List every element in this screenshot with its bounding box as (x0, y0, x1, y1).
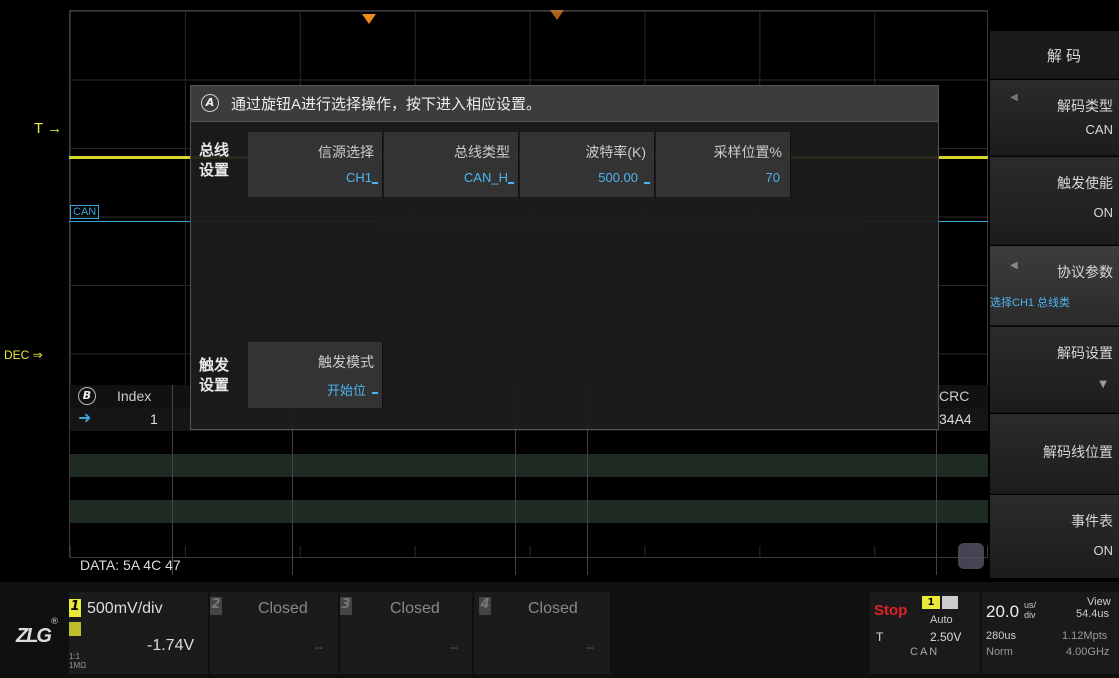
menu-item-decode-line-position[interactable]: 解码线位置 (990, 413, 1119, 493)
horizontal-position-marker[interactable] (362, 14, 376, 24)
menu-item-event-table[interactable]: 事件表 ON (990, 494, 1119, 578)
trigger-edge-icon (942, 596, 958, 609)
event-data-footer: DATA: 5A 4C 47 (80, 557, 181, 573)
ch3-offset: -- (450, 640, 458, 654)
dropdown-icon (508, 182, 514, 184)
zlg-logo: ZLG (16, 625, 52, 647)
ch1-impedance: 1MΩ (69, 661, 87, 670)
view-label: View (1087, 596, 1111, 608)
sample-rate: 4.00GHz (1066, 646, 1110, 658)
bus-type-field[interactable]: 总线类型 CAN_H (384, 132, 519, 197)
sample-point-field[interactable]: 采样位置% 70 (656, 132, 791, 197)
trigger-source-badge: 1 (922, 596, 940, 609)
ch2-state: Closed (258, 600, 308, 617)
col-divider (172, 385, 173, 575)
ch3-number-badge: 3 (340, 597, 352, 615)
can-channel-label: CAN (70, 205, 100, 219)
timebase-status[interactable]: 20.0 us/ div View 54.4us 280us 1.12Mpts … (982, 592, 1119, 674)
trigger-type: CAN (910, 646, 940, 658)
row-crc: 34A4 (939, 411, 972, 427)
trigger-section-label: 触发 设置 (199, 357, 230, 394)
knob-indicator-icon: ◀ (1010, 260, 1018, 271)
dropdown-icon (372, 182, 378, 184)
ch1-status[interactable]: 1 500mV/div -1.74V 1:1 1MΩ (69, 592, 208, 674)
ch2-status[interactable]: 2 Closed -- (210, 592, 338, 674)
dialog-header: A 通过旋钮A进行选择操作，按下进入相应设置。 (191, 86, 938, 122)
dropdown-icon (372, 392, 378, 394)
dec-line-marker[interactable]: DEC ⇒ (4, 348, 43, 362)
table-row-empty (70, 500, 988, 523)
table-scroll-thumb[interactable] (958, 543, 984, 569)
menu-item-decode-type[interactable]: ◀ 解码类型 CAN (990, 79, 1119, 155)
protocol-params-dialog: A 通过旋钮A进行选择操作，按下进入相应设置。 总线 设置 信源选择 CH1 总线… (190, 85, 939, 430)
chevron-down-icon: ▼ (1099, 379, 1107, 390)
timebase-value: 20.0 (986, 602, 1020, 621)
ch1-offset: -1.74V (147, 637, 195, 654)
view-value: 54.4us (1076, 608, 1110, 620)
table-row-empty (70, 454, 988, 477)
menu-item-decode-settings[interactable]: 解码设置 ▼ (990, 326, 1119, 412)
dialog-hint: 通过旋钮A进行选择操作，按下进入相应设置。 (231, 96, 542, 113)
menu-item-protocol-params[interactable]: ◀ 协议参数 选择CH1 总线类 (990, 245, 1119, 325)
oscilloscope-screen: T → CAN DEC ⇒ 解 码 ◀ 解码类型 CAN 触发使能 ON ◀ 协… (0, 0, 1119, 678)
baud-rate-field[interactable]: 波特率(K) 500.00 (520, 132, 655, 197)
ch2-offset: -- (315, 640, 323, 654)
trigger-level: 2.50V (930, 630, 962, 644)
ch1-coupling-icon (69, 622, 81, 636)
horizontal-delay: 280us (986, 630, 1016, 642)
knob-indicator-icon: ◀ (1010, 92, 1018, 103)
bus-section-label: 总线 设置 (199, 142, 230, 179)
ch4-state: Closed (528, 600, 578, 617)
ch4-number-badge: 4 (479, 597, 491, 615)
timebase-unit-top: us/ (1024, 600, 1037, 610)
dropdown-icon (644, 182, 650, 184)
ch3-status[interactable]: 3 Closed -- (340, 592, 472, 674)
menu-item-trigger-enable[interactable]: 触发使能 ON (990, 156, 1119, 244)
memory-depth: 1.12Mpts (1062, 630, 1108, 642)
ch4-offset: -- (586, 640, 594, 654)
menu-title: 解 码 (990, 30, 1119, 78)
source-select-field[interactable]: 信源选择 CH1 (248, 132, 383, 197)
current-row-arrow-icon: ➜ (78, 408, 92, 427)
trigger-label: T (876, 630, 884, 644)
table-row-empty (70, 431, 988, 454)
table-row-empty (70, 477, 988, 500)
acquisition-mode: Norm (986, 646, 1013, 658)
ch1-scale: 500mV/div (87, 600, 163, 617)
table-row-empty (70, 523, 988, 546)
run-state[interactable]: Stop (874, 602, 907, 619)
knob-b-icon[interactable]: B (78, 387, 96, 405)
ch4-status[interactable]: 4 Closed -- (474, 592, 610, 674)
knob-a-icon: A (201, 94, 219, 112)
trigger-mode: Auto (930, 614, 953, 626)
col-header-crc: CRC (939, 388, 970, 404)
ch3-state: Closed (390, 600, 440, 617)
trigger-status[interactable]: Stop 1 Auto T 2.50V CAN (870, 592, 980, 674)
row-index: 1 (150, 411, 158, 427)
ch1-probe-ratio: 1:1 (69, 652, 81, 661)
trigger-mode-field[interactable]: 触发模式 开始位 (248, 342, 383, 408)
timebase-unit-bottom: div (1024, 610, 1036, 620)
ch2-number-badge: 2 (210, 597, 222, 615)
registered-icon: ® (50, 617, 59, 627)
ch1-number-badge: 1 (69, 599, 81, 617)
trigger-position-marker[interactable] (550, 10, 564, 20)
col-header-index: Index (117, 388, 152, 404)
trigger-level-marker[interactable]: T → (34, 120, 62, 137)
